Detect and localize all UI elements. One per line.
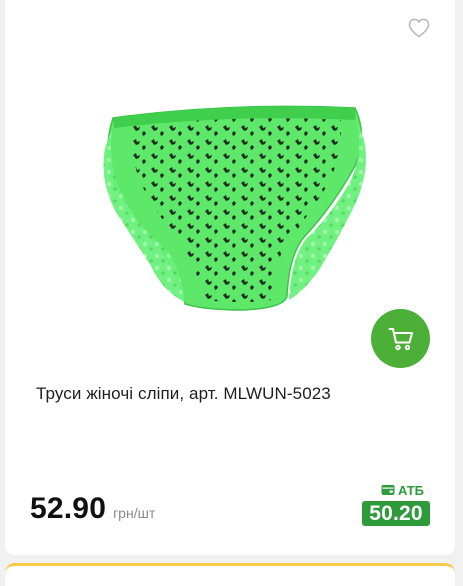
atb-label: АТБ xyxy=(397,482,424,498)
product-title[interactable]: Труси жіночі сліпи, арт. MLWUN-5023 xyxy=(36,384,436,404)
wallet-icon xyxy=(381,485,395,495)
atb-card-price: АТБ 50.20 xyxy=(362,481,430,526)
add-to-cart-button[interactable] xyxy=(371,309,430,368)
atb-label-row: АТБ xyxy=(362,481,424,499)
price-unit: грн/шт xyxy=(113,505,156,521)
favorite-button[interactable] xyxy=(407,16,431,40)
heart-outline-icon xyxy=(408,18,430,38)
product-image[interactable] xyxy=(93,96,369,318)
price-row: 52.90 грн/шт xyxy=(30,492,155,526)
briefs-illustration xyxy=(103,105,366,311)
price-value: 52.90 xyxy=(30,492,107,525)
next-product-card[interactable] xyxy=(5,563,455,586)
cart-icon xyxy=(388,327,413,350)
atb-price-badge: 50.20 xyxy=(362,501,430,526)
product-card[interactable]: Труси жіночі сліпи, арт. MLWUN-5023 52.9… xyxy=(5,0,455,555)
